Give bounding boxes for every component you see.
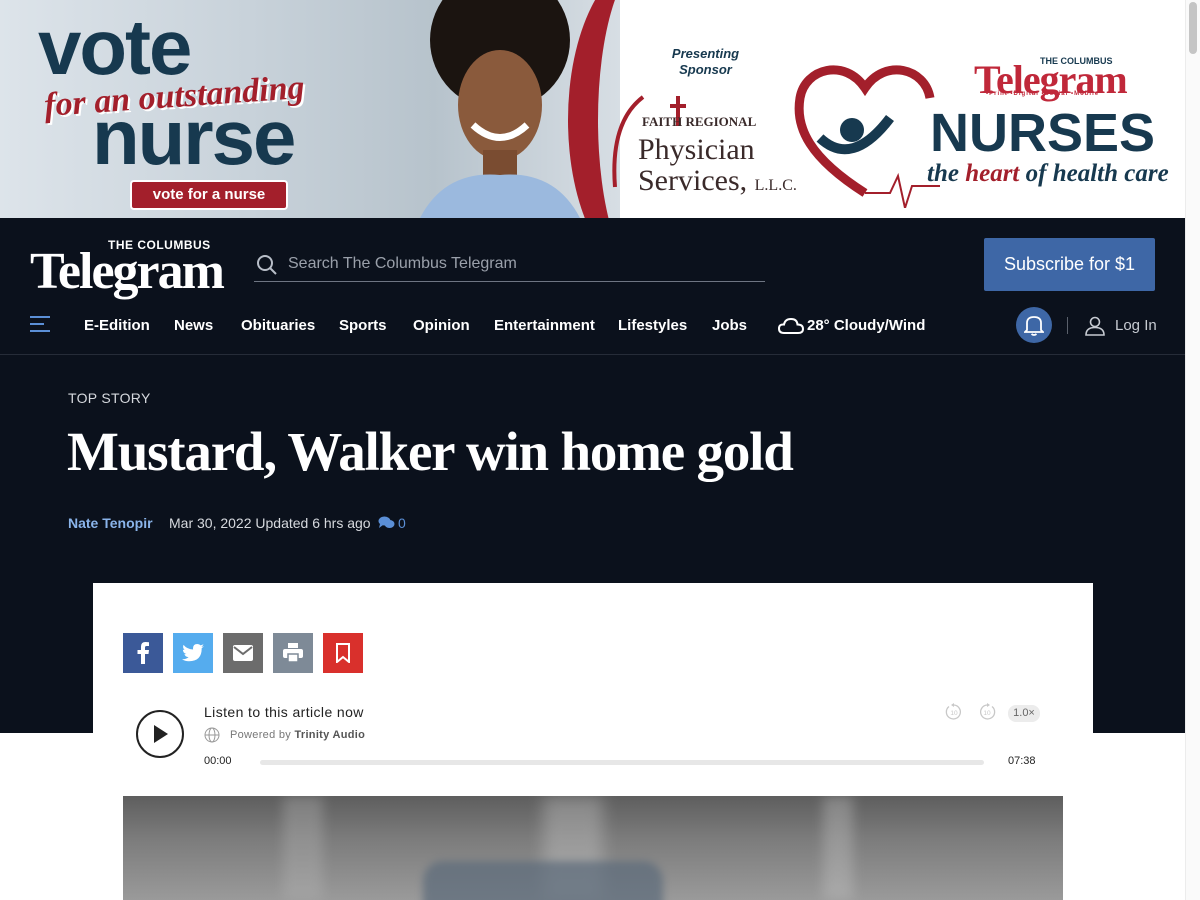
menu-icon[interactable] — [30, 316, 50, 333]
scrollbar-thumb[interactable] — [1189, 2, 1197, 54]
nav-divider — [1067, 317, 1068, 334]
print-icon — [283, 643, 303, 663]
rewind-10-icon: 10 — [945, 703, 962, 720]
article-byline: Nate Tenopir Mar 30, 2022 Updated 6 hrs … — [68, 515, 406, 531]
search-input[interactable] — [286, 250, 756, 278]
total-time: 07:38 — [1008, 755, 1036, 767]
nav-item-obituaries[interactable]: Obituaries — [241, 317, 315, 334]
twitter-icon — [182, 644, 204, 662]
forward-10-icon: 10 — [979, 703, 996, 720]
svg-text:10: 10 — [950, 710, 958, 717]
listen-label: Listen to this article now — [204, 704, 364, 720]
share-print-button[interactable] — [273, 633, 313, 673]
nav-item-news[interactable]: News — [174, 317, 213, 334]
nav-item-sports[interactable]: Sports — [339, 317, 387, 334]
article-card: Listen to this article now Powered by Tr… — [93, 583, 1093, 900]
article-date: Mar 30, 2022 Updated 6 hrs ago — [169, 515, 371, 531]
rewind-10-button[interactable]: 10 — [945, 703, 963, 721]
author-link[interactable]: Nate Tenopir — [68, 515, 153, 531]
user-icon — [1085, 316, 1105, 336]
play-icon — [154, 725, 168, 743]
comments-count: 0 — [398, 515, 406, 531]
ad-sponsor-line1: Physician — [638, 133, 755, 166]
nav-item-jobs[interactable]: Jobs — [712, 317, 747, 334]
cloudy-icon — [778, 317, 804, 334]
ad-tagline-pre: the — [927, 160, 959, 187]
nurse-photo — [420, 0, 580, 218]
ad-tagline: the heart of health care — [927, 160, 1169, 188]
facebook-icon — [137, 642, 149, 664]
main-nav: E-Edition News Obituaries Sports Opinion… — [0, 307, 1185, 355]
nav-item-entertainment[interactable]: Entertainment — [494, 317, 595, 334]
ad-sponsor-name: Physician Services, L.L.C. — [638, 134, 797, 201]
ad-vote-button[interactable]: vote for a nurse — [130, 180, 288, 210]
play-button[interactable] — [136, 710, 184, 758]
logo-big-text: Telegram — [30, 243, 225, 300]
search-bar — [254, 246, 765, 282]
share-email-button[interactable] — [223, 633, 263, 673]
page-scrollbar[interactable] — [1185, 0, 1200, 900]
svg-text:10: 10 — [983, 710, 991, 717]
ad-telegram-sub: •Print •Digital •Social •Mobile — [986, 91, 1100, 97]
nav-item-lifestyles[interactable]: Lifestyles — [618, 317, 687, 334]
provider-link[interactable]: Trinity Audio — [294, 729, 365, 741]
powered-by-label: Powered by — [230, 729, 292, 741]
nav-item-e-edition[interactable]: E-Edition — [84, 317, 150, 334]
share-facebook-button[interactable] — [123, 633, 163, 673]
audio-player: Listen to this article now Powered by Tr… — [93, 698, 1093, 778]
nav-item-opinion[interactable]: Opinion — [413, 317, 470, 334]
ad-telegram-small: THE COLUMBUS — [1040, 56, 1113, 66]
heart-logo-icon — [794, 65, 940, 208]
playback-speed-button[interactable]: 1.0× — [1008, 705, 1040, 722]
comments-icon — [378, 516, 395, 528]
ad-sponsor-top: FAITH REGIONAL — [642, 114, 757, 129]
search-icon[interactable] — [256, 254, 278, 276]
forward-10-button[interactable]: 10 — [978, 703, 996, 721]
weather-text: 28° Cloudy/Wind — [807, 317, 926, 334]
article-headline: Mustard, Walker win home gold — [67, 421, 794, 482]
article-photo — [123, 796, 1063, 900]
bookmark-icon — [336, 643, 350, 663]
ad-tagline-heart: heart — [965, 160, 1020, 187]
bell-icon — [1024, 316, 1044, 336]
email-icon — [233, 645, 253, 661]
ad-banner[interactable]: vote nurse for an outstanding vote for a… — [0, 0, 1185, 218]
login-link[interactable]: Log In — [1084, 314, 1159, 338]
progress-bar[interactable] — [260, 760, 984, 765]
bookmark-button[interactable] — [323, 633, 363, 673]
current-time: 00:00 — [204, 755, 232, 767]
ad-tagline-post: of health care — [1025, 160, 1169, 187]
ad-vote-text: vote — [38, 3, 192, 91]
globe-icon — [204, 727, 220, 743]
article-kicker: TOP STORY — [68, 390, 151, 406]
site-logo[interactable]: THE COLUMBUS Telegram — [30, 236, 230, 300]
ad-presenting-sponsor: Presenting Sponsor — [671, 46, 740, 77]
ad-nurses-text: NURSES — [930, 103, 1156, 163]
share-twitter-button[interactable] — [173, 633, 213, 673]
login-label: Log In — [1115, 317, 1157, 334]
ad-sponsor-line2: Services, — [638, 164, 748, 197]
subscribe-button[interactable]: Subscribe for $1 — [984, 238, 1155, 291]
notifications-button[interactable] — [1016, 307, 1052, 343]
